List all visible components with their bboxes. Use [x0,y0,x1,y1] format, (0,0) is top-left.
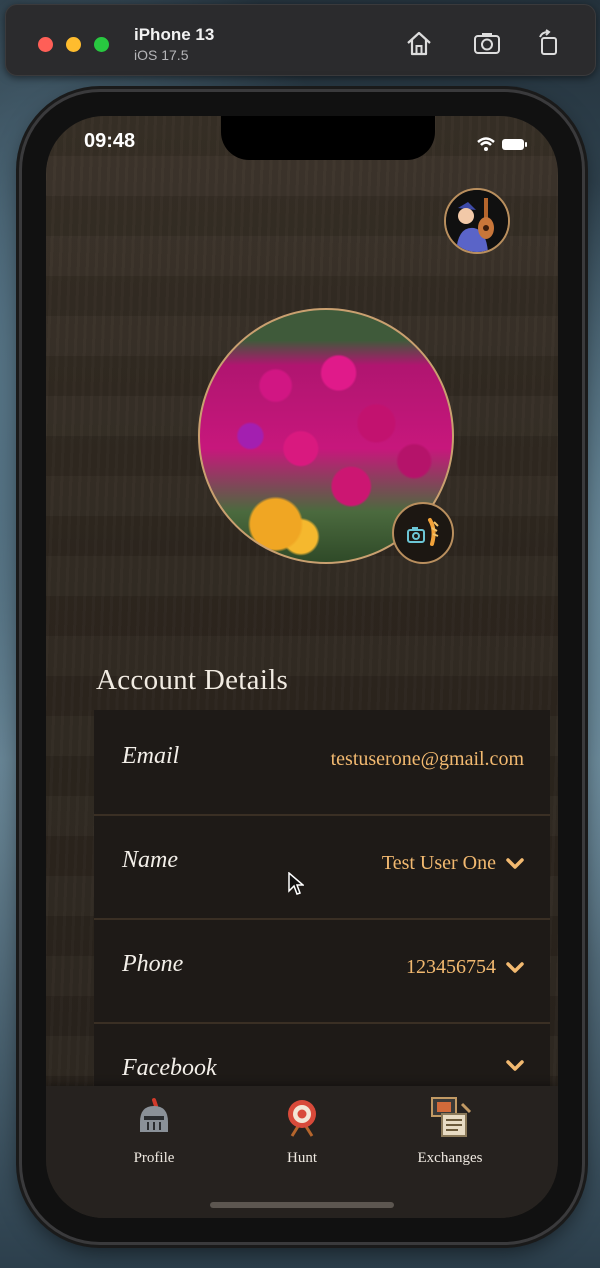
tab-profile[interactable]: Profile [84,1096,224,1176]
email-row: Email testuserone@gmail.com [94,710,550,816]
chevron-down-icon[interactable] [506,961,524,974]
iphone-frame: 09:48 Account Details Email testuserone@… [22,92,582,1242]
change-photo-button[interactable] [392,502,454,564]
account-details-heading: Account Details [96,664,289,696]
home-icon[interactable] [404,29,434,57]
device-name: iPhone 13 [134,25,215,44]
screenshot-icon[interactable] [472,29,502,57]
name-text: Test User One [381,852,496,874]
account-details-panel: Email testuserone@gmail.com Name Test Us… [94,710,550,1110]
tab-profile-label: Profile [133,1150,175,1166]
tab-exchanges[interactable]: Exchanges [380,1096,520,1176]
rotate-icon[interactable] [534,29,564,57]
phone-text: 123456754 [406,956,496,978]
close-window-button[interactable] [38,37,53,52]
tab-hunt[interactable]: Hunt [232,1096,372,1176]
phone-label: Phone [122,951,184,977]
home-indicator [210,1202,394,1208]
name-row[interactable]: Name Test User One [94,814,550,920]
status-icons [476,136,528,152]
tab-exchanges-label: Exchanges [417,1150,483,1166]
helmet-icon [140,1098,168,1132]
scroll-icon [431,1097,472,1137]
phone-value[interactable]: 123456754 [406,956,524,979]
wifi-icon [477,137,495,151]
name-label: Name [122,847,178,873]
chevron-down-icon[interactable] [506,1060,524,1072]
facebook-value[interactable] [496,1060,524,1072]
target-icon [288,1100,316,1137]
notch [221,116,435,160]
email-label: Email [122,743,180,769]
app-screen: 09:48 Account Details Email testuserone@… [46,116,558,1218]
chevron-down-icon[interactable] [506,857,524,870]
os-version: iOS 17.5 [134,47,189,63]
name-value[interactable]: Test User One [382,852,524,875]
zoom-window-button[interactable] [94,37,109,52]
facebook-label: Facebook [122,1055,217,1081]
email-value: testuserone@gmail.com [331,748,524,771]
tab-hunt-label: Hunt [287,1150,317,1166]
simulator-title-bar: iPhone 13 iOS 17.5 [5,4,596,76]
email-text: testuserone@gmail.com [330,748,524,770]
status-time: 09:48 [84,130,136,152]
user-avatar-button[interactable] [444,188,510,254]
minimize-window-button[interactable] [66,37,81,52]
phone-row[interactable]: Phone 123456754 [94,918,550,1024]
bottom-tab-bar: Profile Hunt Exchanges [46,1086,558,1218]
camera-icon [407,527,425,543]
mouse-cursor-icon [288,872,304,895]
battery-icon [502,139,527,150]
